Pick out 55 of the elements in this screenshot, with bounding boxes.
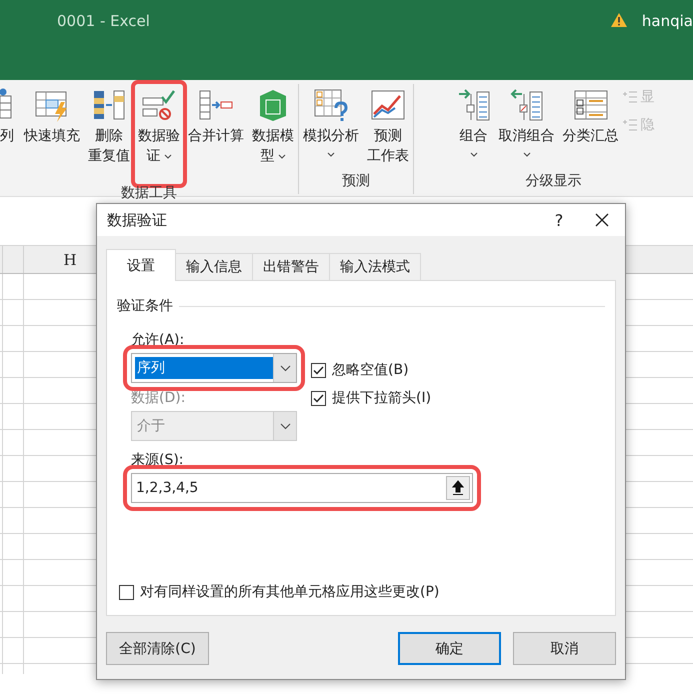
collapse-button[interactable]	[446, 476, 470, 500]
source-field[interactable]: 1,2,3,4,5	[131, 473, 473, 503]
caret-icon	[327, 152, 335, 157]
grid-question-icon	[314, 88, 348, 122]
allow-dropdown[interactable]: 序列	[131, 353, 297, 383]
checkbox[interactable]	[311, 362, 326, 378]
table-icon	[510, 88, 544, 122]
outline-icon	[622, 91, 636, 103]
table-icon	[92, 88, 126, 122]
help-button[interactable]: ?	[539, 205, 579, 235]
field-label: 数据(D):	[131, 389, 186, 407]
arrow-up-icon	[452, 480, 464, 496]
table-icon	[199, 88, 233, 122]
table-icon	[574, 88, 608, 122]
tab[interactable]: 设置	[106, 249, 176, 281]
tab[interactable]: 输入法模式	[329, 253, 421, 280]
validation-icon	[142, 88, 176, 122]
caret-icon	[278, 154, 286, 158]
dialog-button[interactable]: 全部清除(C)	[106, 632, 209, 665]
checkbox-option[interactable]: 对有同样设置的所有其他单元格应用这些更改(P)	[117, 583, 605, 601]
caret-icon	[470, 152, 478, 157]
ribbon-button[interactable]: 分类汇总	[560, 84, 622, 146]
checkbox-option[interactable]: 提供下拉箭头(I)	[311, 389, 432, 407]
ribbon-button[interactable]: 列	[0, 84, 16, 146]
warning-icon	[610, 12, 628, 28]
ribbon-button[interactable]: 取消组合	[496, 84, 558, 157]
ribbon-button[interactable]: 合并计算	[185, 84, 247, 146]
ribbon-button[interactable]: 组合	[454, 84, 494, 157]
table-icon	[456, 88, 490, 122]
chevron-down-icon	[280, 364, 290, 372]
ribbon-button[interactable]: 删除 重复值	[85, 84, 133, 166]
ribbon-button[interactable]: 快速填充	[21, 84, 83, 146]
group-label: 数据工具	[121, 184, 177, 203]
caret-icon	[522, 152, 530, 157]
dialog-title: 数据验证	[107, 210, 168, 230]
group-label: 预测	[342, 172, 370, 191]
group-label: 分级显示	[526, 172, 582, 191]
outline-icon	[622, 119, 636, 131]
chevron-down-icon	[280, 422, 290, 430]
checkbox-option[interactable]: 忽略空值(B)	[311, 361, 432, 379]
ribbon-button[interactable]: 预测 工作表	[364, 84, 412, 166]
dialog-button[interactable]: 取消	[513, 632, 616, 665]
dialog-button[interactable]: 确定	[398, 632, 501, 665]
ribbon-button[interactable]: 数据验 证	[135, 84, 183, 184]
caret-icon	[164, 154, 172, 158]
ribbon-button[interactable]: 数据模 型	[249, 84, 297, 166]
checkbox[interactable]	[119, 584, 134, 600]
section-title: 验证条件	[117, 297, 173, 315]
ribbon-button[interactable]: 模拟分析	[300, 84, 362, 157]
close-icon	[595, 213, 609, 227]
user-name: hanqia	[642, 12, 693, 30]
checkbox[interactable]	[311, 390, 326, 406]
chart-icon	[371, 88, 405, 122]
window-title: 0001 - Excel	[57, 12, 151, 30]
field-label: 来源(S):	[130, 451, 185, 469]
